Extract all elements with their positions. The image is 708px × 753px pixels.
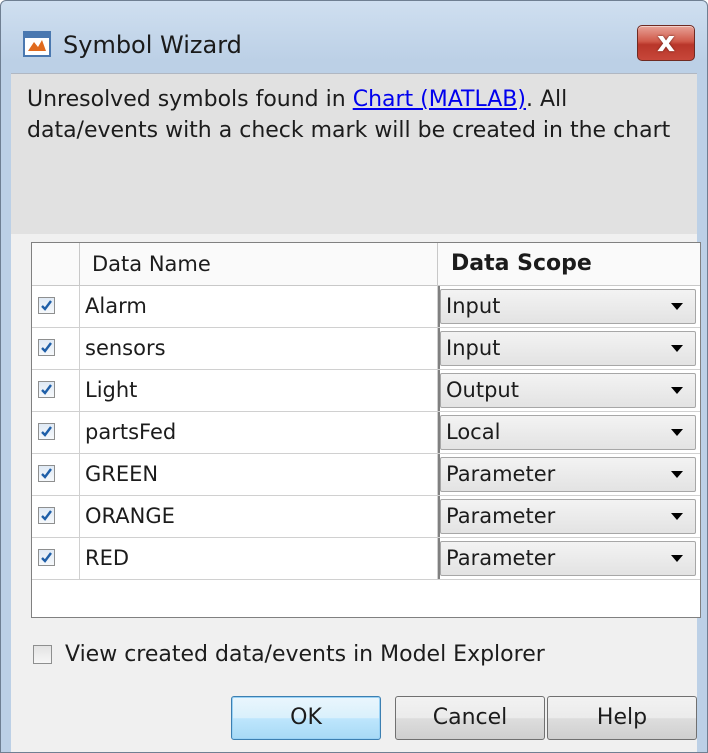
row-data-scope-dropdown[interactable]: Input bbox=[440, 289, 696, 324]
header-data-name[interactable]: Data Name bbox=[80, 243, 438, 285]
checkmark-icon bbox=[41, 342, 52, 353]
chevron-down-icon bbox=[671, 555, 683, 562]
chevron-down-icon bbox=[671, 387, 683, 394]
row-data-scope-value: Input bbox=[446, 294, 501, 318]
table-row[interactable]: sensors Input bbox=[32, 328, 700, 370]
chevron-down-icon bbox=[671, 303, 683, 310]
cancel-button[interactable]: Cancel bbox=[395, 696, 545, 740]
table-row[interactable]: Light Output bbox=[32, 370, 700, 412]
chart-link[interactable]: Chart (MATLAB) bbox=[353, 87, 526, 112]
row-data-scope-dropdown[interactable]: Parameter bbox=[440, 499, 696, 534]
message-panel: Unresolved symbols found in Chart (MATLA… bbox=[11, 74, 697, 234]
checkmark-icon bbox=[41, 468, 52, 479]
chevron-down-icon bbox=[671, 429, 683, 436]
row-checkbox[interactable] bbox=[38, 423, 55, 440]
row-data-name[interactable]: Light bbox=[80, 370, 438, 411]
row-data-name[interactable]: GREEN bbox=[80, 454, 438, 495]
row-data-name[interactable]: RED bbox=[80, 538, 438, 579]
checkmark-icon bbox=[41, 384, 52, 395]
row-check-cell bbox=[32, 454, 80, 495]
row-checkbox[interactable] bbox=[38, 381, 55, 398]
row-checkbox[interactable] bbox=[38, 507, 55, 524]
close-button[interactable]: x bbox=[637, 25, 695, 61]
row-data-scope-value: Parameter bbox=[446, 504, 556, 528]
ok-button[interactable]: OK bbox=[231, 696, 381, 740]
chevron-down-icon bbox=[671, 471, 683, 478]
row-data-scope-dropdown[interactable]: Output bbox=[440, 373, 696, 408]
row-data-name[interactable]: Alarm bbox=[80, 286, 438, 327]
message-prefix: Unresolved symbols found in bbox=[27, 87, 353, 112]
row-check-cell bbox=[32, 412, 80, 453]
chevron-down-icon bbox=[671, 345, 683, 352]
checkmark-icon bbox=[41, 510, 52, 521]
row-checkbox[interactable] bbox=[38, 465, 55, 482]
table-row[interactable]: ORANGE Parameter bbox=[32, 496, 700, 538]
row-check-cell bbox=[32, 538, 80, 579]
checkmark-icon bbox=[41, 300, 52, 311]
row-data-scope-dropdown[interactable]: Parameter bbox=[440, 541, 696, 576]
row-checkbox[interactable] bbox=[38, 549, 55, 566]
row-data-scope-value: Local bbox=[446, 420, 501, 444]
row-check-cell bbox=[32, 286, 80, 327]
header-data-scope[interactable]: Data Scope bbox=[439, 243, 700, 285]
row-check-cell bbox=[32, 496, 80, 537]
close-icon: x bbox=[656, 25, 676, 58]
row-data-scope-dropdown[interactable]: Input bbox=[440, 331, 696, 366]
message-text: Unresolved symbols found in Chart (MATLA… bbox=[27, 84, 682, 146]
row-data-scope-value: Input bbox=[446, 336, 501, 360]
help-button[interactable]: Help bbox=[547, 696, 697, 740]
row-data-name[interactable]: partsFed bbox=[80, 412, 438, 453]
row-data-scope-dropdown[interactable]: Local bbox=[440, 415, 696, 450]
row-checkbox[interactable] bbox=[38, 297, 55, 314]
row-data-scope-value: Parameter bbox=[446, 546, 556, 570]
window-title: Symbol Wizard bbox=[63, 31, 242, 59]
row-checkbox[interactable] bbox=[38, 339, 55, 356]
table-row[interactable]: Alarm Input bbox=[32, 286, 700, 328]
checkmark-icon bbox=[41, 552, 52, 563]
table-row[interactable]: partsFed Local bbox=[32, 412, 700, 454]
row-data-scope-dropdown[interactable]: Parameter bbox=[440, 457, 696, 492]
dialog-body: Unresolved symbols found in Chart (MATLA… bbox=[11, 73, 701, 752]
view-in-model-explorer-label: View created data/events in Model Explor… bbox=[65, 642, 545, 667]
row-data-name[interactable]: ORANGE bbox=[80, 496, 438, 537]
symbols-table: Data Name Data Scope Alarm Input sensors In… bbox=[31, 242, 701, 618]
row-check-cell bbox=[32, 328, 80, 369]
row-data-scope-value: Parameter bbox=[446, 462, 556, 486]
row-check-cell bbox=[32, 370, 80, 411]
view-in-model-explorer-checkbox[interactable] bbox=[33, 645, 52, 664]
table-row[interactable]: RED Parameter bbox=[32, 538, 700, 580]
header-check-column bbox=[32, 243, 80, 285]
symbol-wizard-dialog: Symbol Wizard x Unresolved symbols found… bbox=[0, 0, 708, 753]
matlab-window-icon bbox=[23, 31, 51, 57]
checkmark-icon bbox=[41, 426, 52, 437]
table-header: Data Name Data Scope bbox=[32, 243, 700, 286]
chevron-down-icon bbox=[671, 513, 683, 520]
table-row[interactable]: GREEN Parameter bbox=[32, 454, 700, 496]
row-data-scope-value: Output bbox=[446, 378, 519, 402]
row-data-name[interactable]: sensors bbox=[80, 328, 438, 369]
title-bar[interactable]: Symbol Wizard x bbox=[1, 1, 707, 73]
